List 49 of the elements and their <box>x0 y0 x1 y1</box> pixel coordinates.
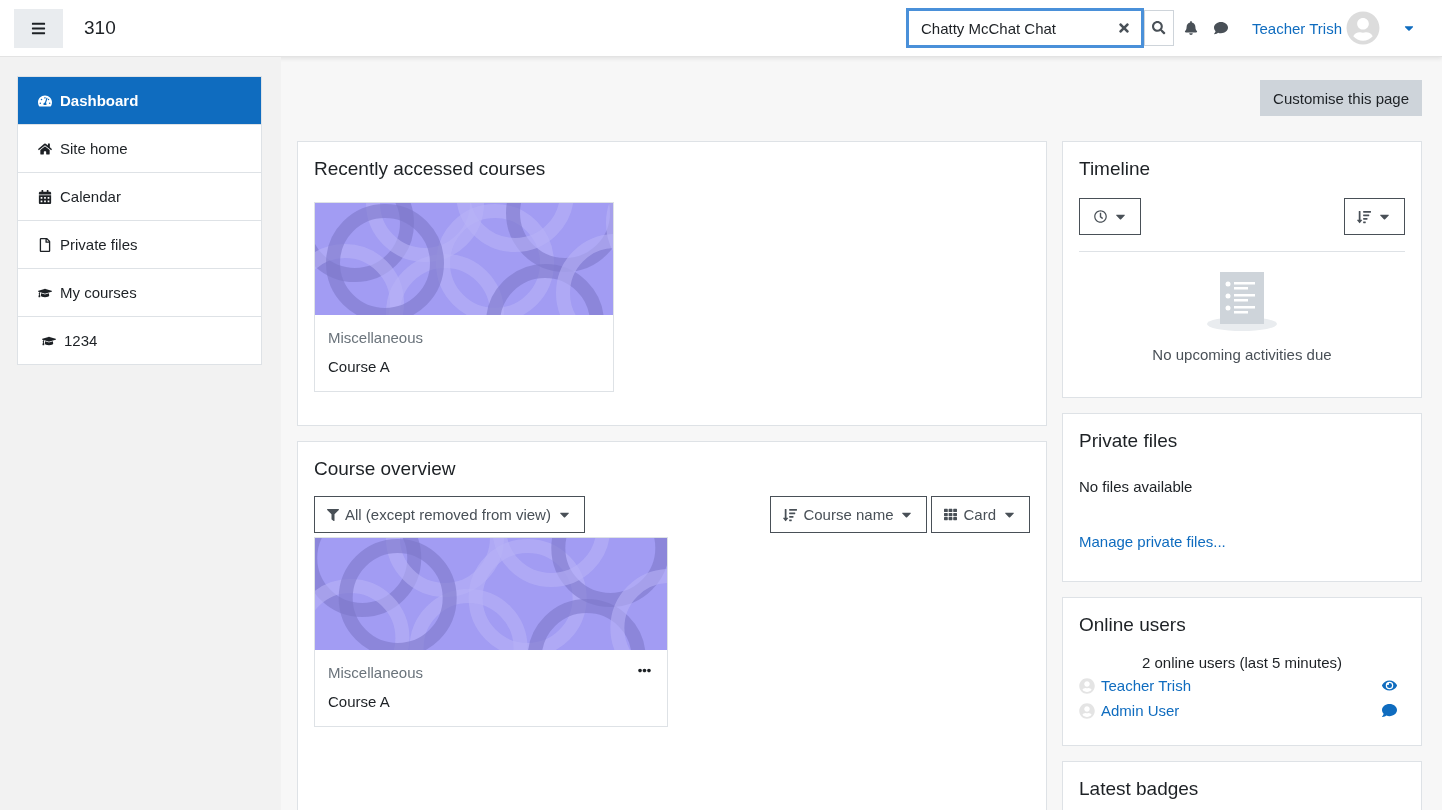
date-filter-dropdown[interactable] <box>1079 198 1141 235</box>
course-category: Miscellaneous <box>328 664 424 681</box>
online-summary: 2 online users (last 5 minutes) <box>1140 654 1344 671</box>
grid-icon <box>944 508 958 521</box>
course-name[interactable]: Course A <box>328 358 390 375</box>
home-icon <box>38 141 52 156</box>
search-button[interactable] <box>1143 10 1174 46</box>
course-card[interactable]: Miscellaneous Course A <box>314 202 614 392</box>
avatar-icon <box>1079 702 1095 719</box>
card-title: Recently accessed courses <box>314 158 547 180</box>
course-name[interactable]: Course A <box>328 693 390 710</box>
avatar-icon <box>1079 677 1095 694</box>
filter-icon <box>327 508 339 521</box>
empty-text: No files available <box>1079 478 1194 495</box>
chat-icon[interactable] <box>1213 21 1228 35</box>
user-link[interactable]: Admin User <box>1101 702 1376 719</box>
card-title: Course overview <box>314 458 457 480</box>
bell-icon[interactable] <box>1183 21 1198 35</box>
calendar-icon <box>38 189 52 204</box>
eye-icon[interactable] <box>1382 678 1397 693</box>
user-link[interactable]: Teacher Trish <box>1101 677 1376 694</box>
view-dropdown[interactable]: Card <box>931 496 1030 533</box>
file-icon <box>38 237 52 252</box>
sort-icon <box>783 507 798 522</box>
sort-dropdown[interactable] <box>1344 198 1405 235</box>
sort-dropdown[interactable]: Course name <box>770 496 928 533</box>
dashboard-icon <box>38 93 52 108</box>
menu-icon <box>31 20 46 36</box>
card-title: Private files <box>1079 430 1179 452</box>
close-icon[interactable] <box>1116 21 1131 35</box>
empty-text: No upcoming activities due <box>1152 346 1332 363</box>
sidebar-item[interactable]: Dashboard <box>18 77 261 124</box>
search-icon <box>1152 21 1166 35</box>
clock-icon <box>1094 210 1107 223</box>
empty-list-drawing <box>1206 272 1278 332</box>
search-field[interactable]: Chatty McChat Chat <box>905 8 1144 48</box>
user-name-link[interactable]: Teacher Trish <box>1251 19 1342 37</box>
card-title: Online users <box>1079 614 1187 636</box>
course-category: Miscellaneous <box>328 329 424 346</box>
manage-files-link[interactable]: Manage private files... <box>1079 533 1226 550</box>
card-title: Timeline <box>1079 158 1152 180</box>
sort-icon <box>1357 209 1371 224</box>
site-name[interactable]: 310 <box>84 17 906 39</box>
course-card[interactable]: Miscellaneous Course A <box>314 537 668 727</box>
filter-dropdown[interactable]: All (except removed from view) <box>314 496 585 533</box>
card-title: Latest badges <box>1079 778 1200 800</box>
customise-button[interactable]: Customise this page <box>1260 80 1422 116</box>
menu-button[interactable] <box>14 8 63 48</box>
chat-icon[interactable] <box>1382 703 1397 718</box>
